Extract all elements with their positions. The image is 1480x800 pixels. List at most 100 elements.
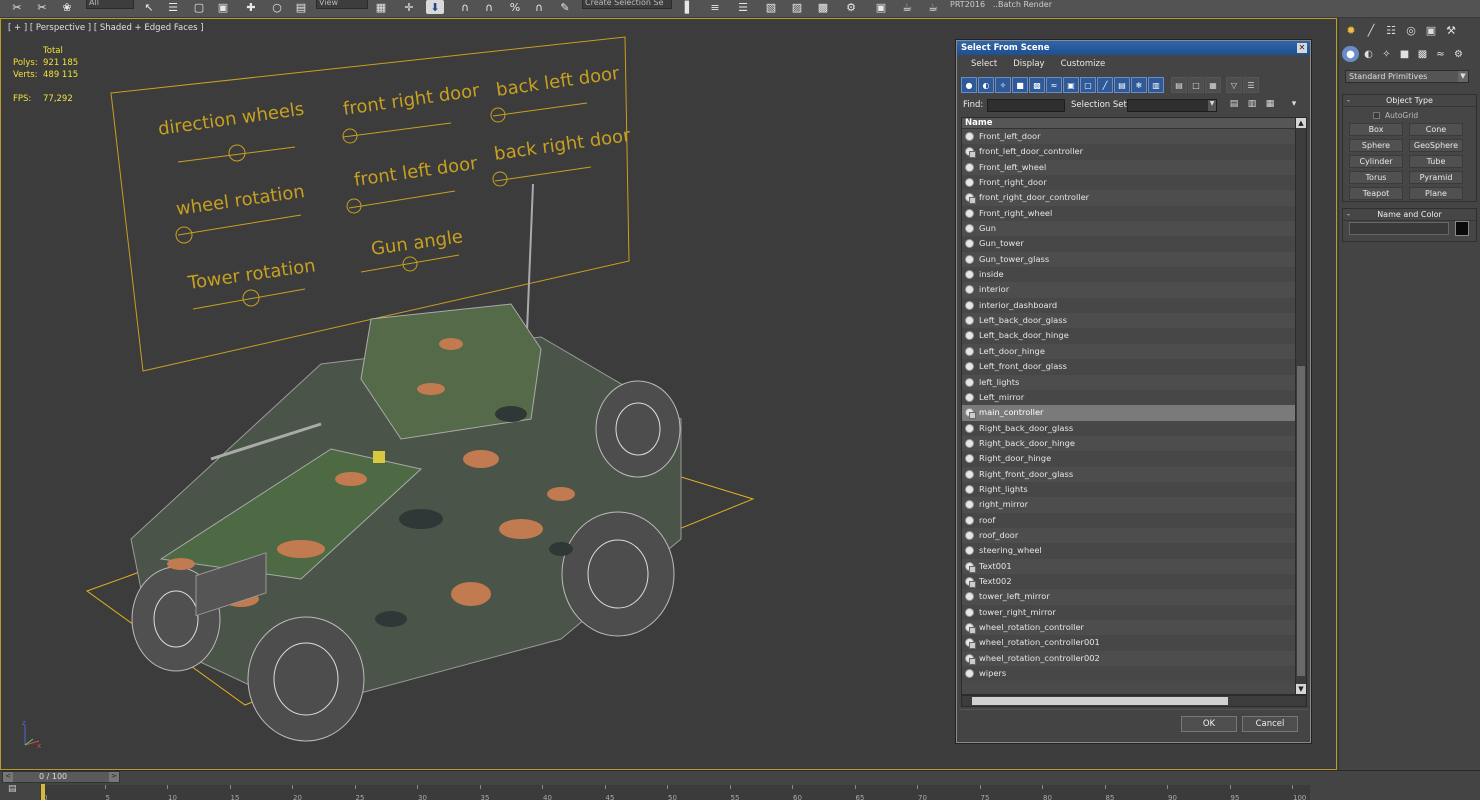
display-frozen-icon[interactable]: ❄ (1131, 77, 1147, 93)
list-item[interactable]: Gun_tower_glass (962, 251, 1295, 268)
list-item[interactable]: Gun (962, 221, 1295, 237)
select-none-icon[interactable]: □ (1188, 77, 1204, 93)
display-shapes-icon[interactable]: ◐ (978, 77, 994, 93)
find-input[interactable] (987, 99, 1065, 112)
window-crossing-icon[interactable]: ▣ (214, 0, 232, 14)
list-item[interactable]: Left_back_door_hinge (962, 328, 1295, 344)
plane-button[interactable]: Plane (1409, 187, 1463, 200)
list-item[interactable]: Left_door_hinge (962, 343, 1295, 360)
named-selection-dropdown[interactable]: Create Selection Se (582, 0, 672, 9)
utilities-tab-icon[interactable]: ⚒ (1442, 22, 1460, 38)
list-item[interactable]: Right_lights (962, 481, 1295, 498)
display-containers-icon[interactable]: ▤ (1114, 77, 1130, 93)
select-all-icon[interactable]: ▤ (1171, 77, 1187, 93)
list-item[interactable]: Front_left_wheel (962, 159, 1295, 176)
display-hidden-icon[interactable]: ▥ (1148, 77, 1164, 93)
list-item[interactable]: main_controller (962, 405, 1295, 421)
sun-icon[interactable]: ✹ (1342, 22, 1360, 38)
unlink-icon[interactable]: ✂ (33, 0, 51, 14)
ok-button[interactable]: OK (1181, 716, 1237, 732)
display-tab-icon[interactable]: ▣ (1422, 22, 1440, 38)
bind-spacewarp-icon[interactable]: ❀ (58, 0, 76, 14)
cancel-button[interactable]: Cancel (1242, 716, 1298, 732)
autogrid-checkbox[interactable]: AutoGrid (1373, 111, 1418, 120)
material-editor-icon[interactable]: ▩ (814, 0, 832, 14)
geometry-icon[interactable]: ● (1342, 46, 1359, 62)
layer-manager-icon[interactable]: ☰ (734, 0, 752, 14)
list-item[interactable]: roof (962, 512, 1295, 528)
snap-toggle-icon[interactable]: ∩ (456, 0, 474, 14)
list-item[interactable]: interior (962, 282, 1295, 298)
list-item[interactable]: Front_right_door (962, 175, 1295, 191)
list-item[interactable]: Text002 (962, 573, 1295, 590)
tube-button[interactable]: Tube (1409, 155, 1463, 168)
list-item[interactable]: roof_door (962, 527, 1295, 544)
list-item[interactable]: Right_front_door_glass (962, 466, 1295, 482)
ref-coord-dropdown[interactable]: View (316, 0, 368, 9)
list-item[interactable]: tower_left_mirror (962, 589, 1295, 605)
helpers-icon[interactable]: ▩ (1414, 46, 1431, 62)
percent-snap-icon[interactable]: % (506, 0, 524, 14)
sphere-button[interactable]: Sphere (1349, 139, 1403, 152)
render-setup-icon[interactable]: ⚙ (842, 0, 860, 14)
display-xrefs-icon[interactable]: ▢ (1080, 77, 1096, 93)
time-slider[interactable]: < 0 / 100 > (2, 771, 120, 783)
cone-button[interactable]: Cone (1409, 123, 1463, 136)
curve-editor-icon[interactable]: ▧ (762, 0, 780, 14)
list-item[interactable]: wheel_rotation_controller (962, 620, 1295, 636)
horizontal-scroll-thumb[interactable] (972, 697, 1228, 705)
scene-object-list[interactable]: Name Front_left_door front_left_door_cont… (961, 117, 1307, 695)
scale-icon[interactable]: ▤ (292, 0, 310, 14)
link-icon[interactable]: ✂ (8, 0, 26, 14)
box-button[interactable]: Box (1349, 123, 1403, 136)
time-cursor[interactable] (41, 784, 45, 800)
angle-snap-icon[interactable]: ∩ (480, 0, 498, 14)
scroll-up-icon[interactable]: ▲ (1296, 118, 1306, 128)
select-children-icon[interactable]: ▤ (1227, 99, 1241, 112)
list-item[interactable]: front_left_door_controller (962, 144, 1295, 160)
display-geometry-icon[interactable]: ● (961, 77, 977, 93)
rotate-icon[interactable]: ○ (268, 0, 286, 14)
mirror-icon[interactable]: ▌ (680, 0, 698, 14)
align-icon[interactable]: ≡ (706, 0, 724, 14)
vertical-scroll-thumb[interactable] (1297, 366, 1305, 676)
cylinder-button[interactable]: Cylinder (1349, 155, 1403, 168)
next-frame-icon[interactable]: > (109, 772, 119, 782)
options-chevron-icon[interactable]: ▾ (1287, 99, 1301, 112)
list-item[interactable]: Left_mirror (962, 389, 1295, 406)
select-manipulate-icon[interactable]: ✛ (400, 0, 418, 14)
move-icon[interactable]: ✚ (242, 0, 260, 14)
rendered-frame-icon[interactable]: ▣ (872, 0, 890, 14)
select-influences-icon[interactable]: ▦ (1263, 99, 1277, 112)
display-lights-icon[interactable]: ✧ (995, 77, 1011, 93)
select-dependents-icon[interactable]: ▥ (1245, 99, 1259, 112)
list-item[interactable]: Right_door_hinge (962, 451, 1295, 467)
list-item[interactable]: Text001 (962, 558, 1295, 574)
display-groups-icon[interactable]: ▣ (1063, 77, 1079, 93)
select-by-name-icon[interactable]: ☰ (164, 0, 182, 14)
list-item[interactable]: Right_back_door_glass (962, 420, 1295, 436)
object-color-swatch[interactable] (1455, 221, 1469, 236)
list-item[interactable]: Left_back_door_glass (962, 313, 1295, 329)
list-item[interactable]: inside (962, 267, 1295, 283)
prev-frame-icon[interactable]: < (3, 772, 13, 782)
geosphere-button[interactable]: GeoSphere (1409, 139, 1463, 152)
vertical-scrollbar[interactable]: ▲ ▼ (1295, 118, 1306, 694)
batch-render-button[interactable]: Batch Render... (992, 0, 1052, 9)
scroll-down-icon[interactable]: ▼ (1296, 684, 1306, 694)
spacewarps-icon[interactable]: ≈ (1432, 46, 1449, 62)
keyboard-shortcut-override-icon[interactable]: ⬇ (426, 0, 444, 14)
filter-icon[interactable]: ▽ (1226, 77, 1242, 93)
list-item[interactable]: Left_front_door_glass (962, 359, 1295, 375)
list-item[interactable]: Front_left_door (962, 129, 1295, 145)
torus-button[interactable]: Torus (1349, 171, 1403, 184)
list-item[interactable]: left_lights (962, 374, 1295, 390)
list-item[interactable]: wipers (962, 666, 1295, 682)
select-invert-icon[interactable]: ▦ (1205, 77, 1221, 93)
display-cameras-icon[interactable]: ■ (1012, 77, 1028, 93)
hierarchy-tab-icon[interactable]: ☷ (1382, 22, 1400, 38)
rect-region-icon[interactable]: ▢ (190, 0, 208, 14)
list-item[interactable]: right_mirror (962, 497, 1295, 513)
cameras-icon[interactable]: ■ (1396, 46, 1413, 62)
list-item[interactable]: Right_back_door_hinge (962, 435, 1295, 452)
